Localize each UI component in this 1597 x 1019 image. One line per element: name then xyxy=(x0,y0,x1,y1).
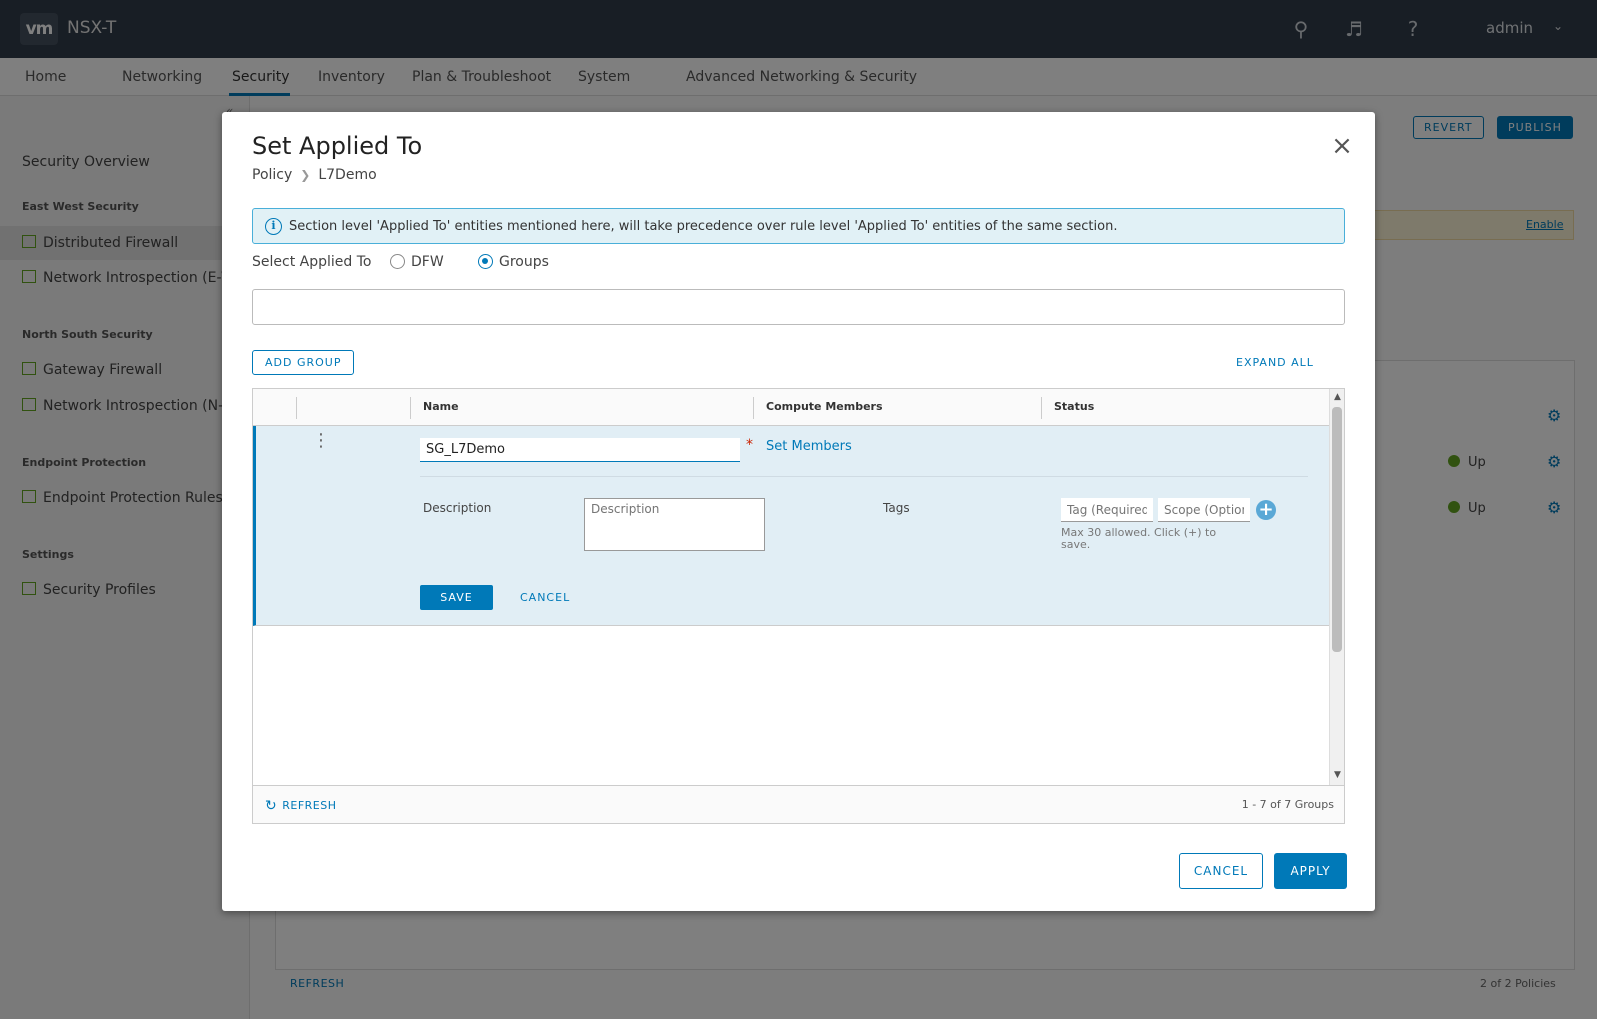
scroll-thumb[interactable] xyxy=(1332,407,1342,652)
breadcrumb: Policy ❯ L7Demo xyxy=(252,167,377,183)
column-divider xyxy=(296,397,297,419)
dialog-title: Set Applied To xyxy=(252,132,423,160)
set-applied-to-dialog: Set Applied To × Policy ❯ L7Demo i Section… xyxy=(222,112,1375,911)
cancel-inline-button[interactable]: CANCEL xyxy=(520,591,570,604)
column-header-name[interactable]: Name xyxy=(423,400,459,413)
group-name-input[interactable] xyxy=(420,438,740,462)
info-alert-text: Section level 'Applied To' entities ment… xyxy=(289,219,1118,234)
scroll-up-icon[interactable]: ▲ xyxy=(1330,389,1344,405)
tag-input[interactable] xyxy=(1061,498,1153,522)
refresh-button[interactable]: ↻ REFRESH xyxy=(265,798,337,814)
select-applied-to-label: Select Applied To xyxy=(252,254,372,270)
expand-all-button[interactable]: EXPAND ALL xyxy=(1236,356,1314,369)
set-members-link[interactable]: Set Members xyxy=(766,439,852,454)
description-textarea[interactable] xyxy=(584,498,765,551)
save-button[interactable]: SAVE xyxy=(420,585,493,610)
apply-button[interactable]: APPLY xyxy=(1274,853,1347,889)
group-edit-row: ⋮ * Set Members Description Tags + Max 3… xyxy=(253,426,1329,626)
close-icon[interactable]: × xyxy=(1330,133,1354,159)
add-tag-plus-icon[interactable]: + xyxy=(1256,500,1276,520)
required-marker: * xyxy=(746,437,753,453)
radio-dfw[interactable]: DFW xyxy=(390,254,444,270)
radio-groups[interactable]: Groups xyxy=(478,254,549,270)
grid-pager: 1 - 7 of 7 Groups xyxy=(1241,798,1334,811)
add-group-button[interactable]: ADD GROUP xyxy=(252,350,355,375)
column-divider xyxy=(1041,397,1042,419)
breadcrumb-policy[interactable]: Policy xyxy=(252,167,292,183)
divider xyxy=(420,476,1308,477)
radio-circle[interactable] xyxy=(478,254,493,269)
info-alert: i Section level 'Applied To' entities me… xyxy=(252,208,1345,244)
tags-label: Tags xyxy=(883,501,910,515)
chevron-right-icon: ❯ xyxy=(300,168,311,182)
radio-circle[interactable] xyxy=(390,254,405,269)
kebab-menu-icon[interactable]: ⋮ xyxy=(312,432,330,450)
column-divider xyxy=(753,397,754,419)
scroll-down-icon[interactable]: ▼ xyxy=(1330,767,1344,783)
cancel-button[interactable]: CANCEL xyxy=(1179,853,1263,889)
column-header-status[interactable]: Status xyxy=(1054,400,1094,413)
refresh-icon: ↻ xyxy=(265,798,278,814)
vertical-scrollbar[interactable]: ▲ ▼ xyxy=(1329,389,1344,785)
grid-header: Name Compute Members Status xyxy=(253,389,1329,426)
scope-input[interactable] xyxy=(1158,498,1250,522)
info-icon: i xyxy=(265,218,282,235)
column-divider xyxy=(410,397,411,419)
column-header-compute-members[interactable]: Compute Members xyxy=(766,400,883,413)
tags-helper-text: Max 30 allowed. Click (+) to save. xyxy=(1061,526,1217,551)
groups-grid: Name Compute Members Status ⋮ * Set Memb… xyxy=(252,388,1345,824)
description-label: Description xyxy=(423,501,492,515)
grid-footer: ↻ REFRESH 1 - 7 of 7 Groups xyxy=(253,785,1344,823)
group-search-input[interactable] xyxy=(252,289,1345,325)
breadcrumb-l7demo: L7Demo xyxy=(318,167,377,183)
